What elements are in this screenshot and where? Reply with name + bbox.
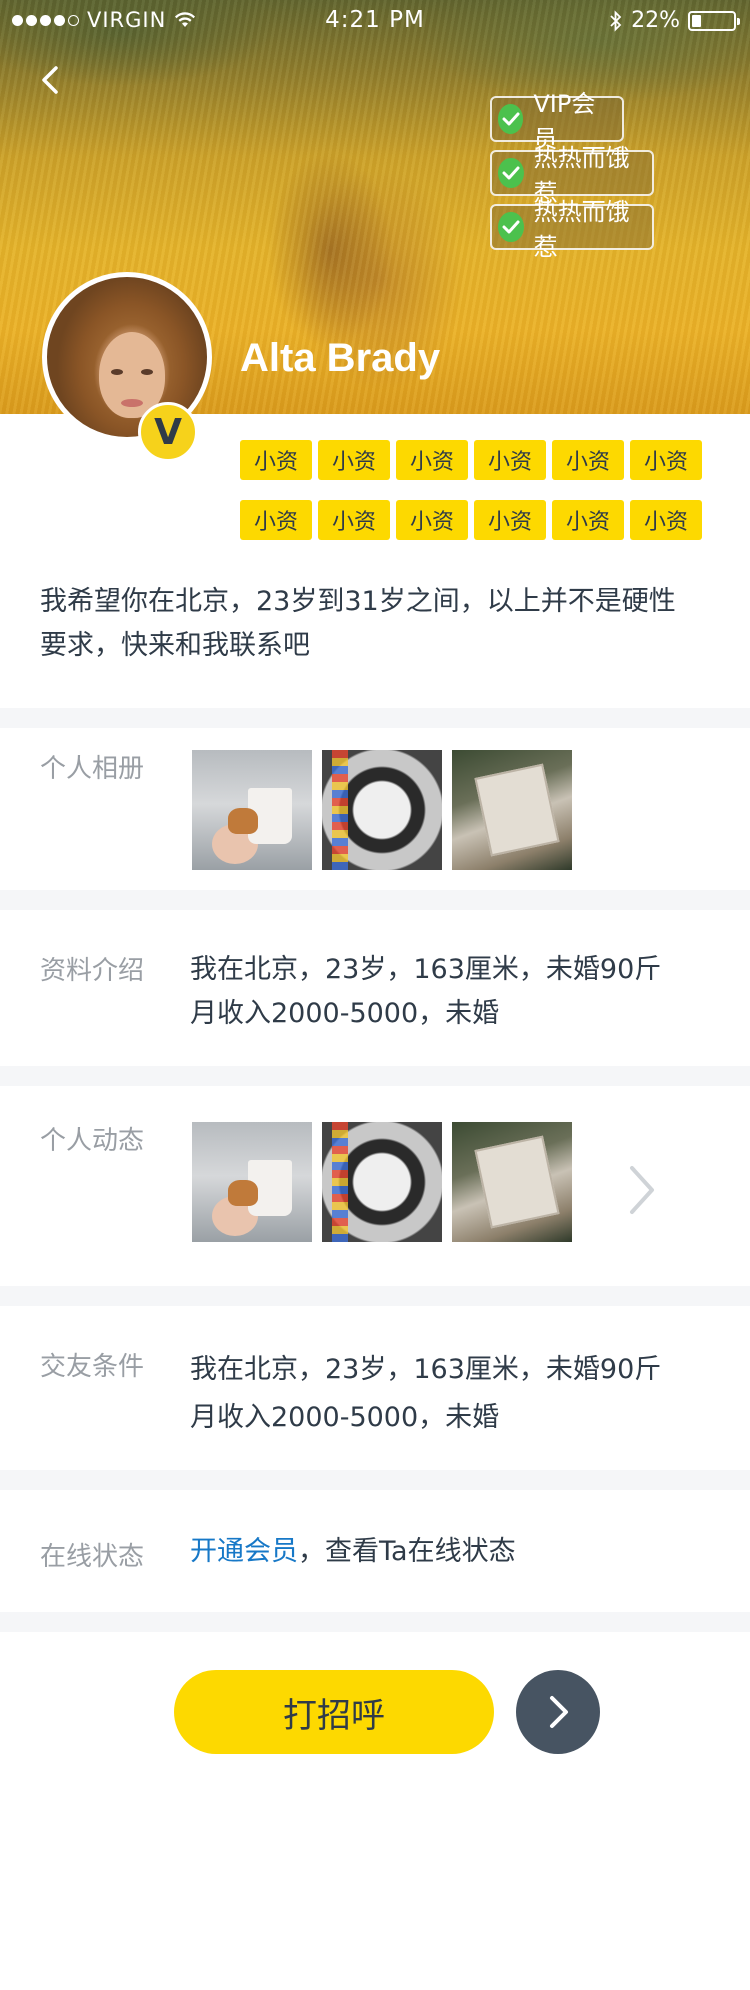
tag: 小资 [552,440,624,480]
badge-item: 热热而饿惹 [490,198,654,261]
next-profile-button[interactable] [516,1670,600,1754]
section-divider [0,1286,750,1306]
moment-photo[interactable] [322,1122,442,1242]
badge-vip: VIP会员 [490,90,624,153]
bluetooth-icon [610,9,622,32]
chevron-right-icon [550,1696,568,1728]
badge-item: 热热而饿惹 [490,144,654,207]
tag: 小资 [318,500,390,540]
check-circle-icon [498,104,524,134]
back-button[interactable] [32,62,68,98]
profile-name: Alta Brady [240,336,441,380]
section-divider [0,1470,750,1490]
tag: 小资 [396,500,468,540]
tag: 小资 [552,500,624,540]
moment-photo[interactable] [452,1122,572,1242]
section-divider [0,890,750,910]
verification-badges: VIP会员 热热而饿惹 热热而饿惹 [490,90,654,261]
criteria-line-1: 我在北京，23岁，163厘米，未婚90斤 [190,1354,662,1385]
check-circle-icon [498,158,524,188]
tag: 小资 [630,440,702,480]
info-text: 我在北京，23岁，163厘米，未婚90斤 月收入2000-5000，未婚 [190,948,710,1036]
online-status-text: 开通会员，查看Ta在线状态 [190,1530,710,1574]
album-photo[interactable] [192,750,312,870]
album-label: 个人相册 [40,754,145,784]
tag: 小资 [474,440,546,480]
criteria-label: 交友条件 [40,1352,145,1382]
profile-intro: 我希望你在北京，23岁到31岁之间，以上并不是硬性要求，快来和我联系吧 [40,586,676,661]
info-line-2: 月收入2000-5000，未婚 [190,998,500,1029]
album-photo[interactable] [322,750,442,870]
moments-more-button[interactable] [622,1160,662,1220]
tag: 小资 [318,440,390,480]
section-divider [0,1066,750,1086]
tag: 小资 [240,500,312,540]
album-photos [192,750,572,870]
interest-tags: 小资 小资 小资 小资 小资 小资 小资 小资 小资 小资 小资 小资 [240,440,710,540]
battery-level [692,14,702,27]
battery-percent: 22% [631,8,680,33]
online-status-suffix: ，查看Ta在线状态 [298,1536,516,1567]
tag: 小资 [630,500,702,540]
info-label: 资料介绍 [40,956,145,986]
battery-icon [688,10,740,31]
online-label: 在线状态 [40,1542,145,1572]
section-divider [0,708,750,728]
moment-photo[interactable] [192,1122,312,1242]
check-circle-icon [498,212,524,242]
badge-label: 热热而饿惹 [533,198,630,261]
info-line-1: 我在北京，23岁，163厘米，未婚90斤 [190,954,662,985]
tag: 小资 [240,440,312,480]
avatar-container[interactable]: V [42,272,212,462]
album-photo[interactable] [452,750,572,870]
status-right: 22% [609,8,740,33]
section-divider [0,1612,750,1632]
moments-photos[interactable] [192,1122,572,1242]
tag: 小资 [474,500,546,540]
tag: 小资 [396,440,468,480]
moments-label: 个人动态 [40,1126,145,1156]
criteria-text: 我在北京，23岁，163厘米，未婚90斤 月收入2000-5000，未婚 [190,1346,710,1442]
greet-button[interactable]: 打招呼 [174,1670,494,1754]
chevron-left-icon [42,66,58,94]
criteria-line-2: 月收入2000-5000，未婚 [190,1402,500,1433]
verified-v-badge: V [138,402,198,462]
chevron-right-icon [630,1166,654,1214]
open-vip-link[interactable]: 开通会员 [190,1536,298,1567]
status-bar: VIRGIN 4:21 PM 22% [0,0,750,40]
